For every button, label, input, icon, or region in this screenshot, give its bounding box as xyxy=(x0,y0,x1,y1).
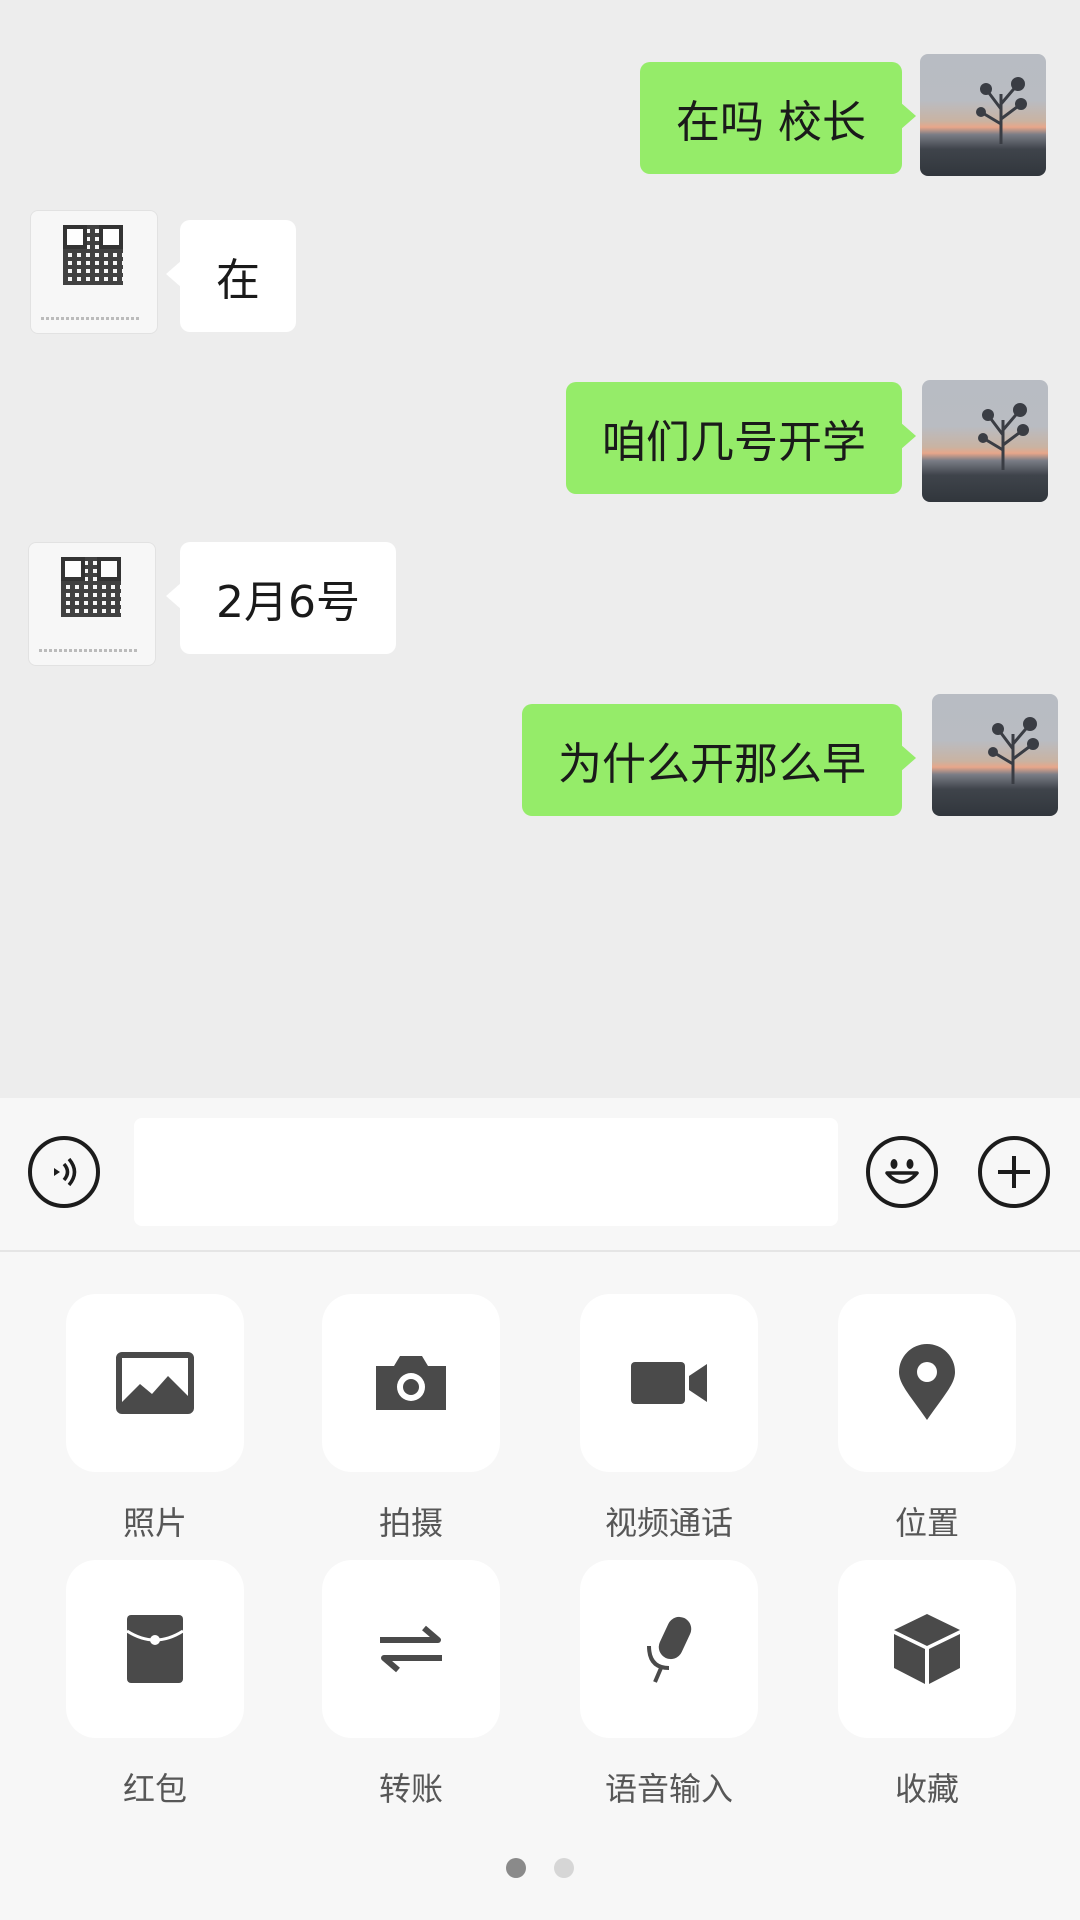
message-bubble-sent[interactable]: 为什么开那么早 xyxy=(522,704,916,816)
tool-label: 拍摄 xyxy=(378,1504,443,1542)
page-dot[interactable] xyxy=(554,1858,574,1878)
tool-tile[interactable] xyxy=(838,1560,1016,1738)
message-text: 2月6号 xyxy=(216,577,360,628)
avatar-image xyxy=(988,717,1039,784)
camera-icon xyxy=(376,1356,446,1410)
tool-tile[interactable] xyxy=(322,1294,500,1472)
qr-code-image xyxy=(63,225,123,285)
message-row: 咱们几号开学 xyxy=(0,380,1080,506)
contact-avatar[interactable] xyxy=(30,210,158,334)
avatar-caption-lines xyxy=(41,317,141,320)
message-text: 在 xyxy=(216,255,260,306)
tool-label: 语音输入 xyxy=(604,1770,733,1808)
qr-code-image xyxy=(61,557,121,617)
tool-favorites[interactable]: 收藏 xyxy=(838,1560,1016,1810)
tool-label: 照片 xyxy=(122,1504,187,1542)
tool-red-packet[interactable]: 红包 xyxy=(66,1560,244,1810)
my-avatar[interactable] xyxy=(920,54,1046,176)
avatar-image xyxy=(976,77,1027,144)
tool-label: 视频通话 xyxy=(604,1504,733,1542)
message-text: 在吗 校长 xyxy=(676,97,866,148)
message-row: 在 xyxy=(0,210,1080,336)
message-bubble-sent[interactable]: 在吗 校长 xyxy=(640,62,916,174)
page-indicator xyxy=(0,1858,1080,1878)
video-call-icon xyxy=(631,1362,707,1404)
more-functions-panel: 照片 拍摄 视频通话 位置 红包 转账 语音输入 收藏 xyxy=(0,1252,1080,1920)
tool-label: 转账 xyxy=(378,1770,443,1808)
tool-label: 位置 xyxy=(894,1504,959,1542)
message-text: 咱们几号开学 xyxy=(602,417,866,468)
photo-icon xyxy=(116,1352,194,1414)
message-row: 2月6号 xyxy=(0,542,1080,668)
tool-tile[interactable] xyxy=(322,1560,500,1738)
transfer-icon xyxy=(380,1625,442,1673)
input-bar xyxy=(0,1098,1080,1252)
my-avatar[interactable] xyxy=(932,694,1058,816)
red-packet-icon xyxy=(126,1615,184,1683)
message-bubble-sent[interactable]: 咱们几号开学 xyxy=(566,382,916,494)
favorites-icon xyxy=(894,1614,960,1684)
tool-voice-input[interactable]: 语音输入 xyxy=(580,1560,758,1810)
message-input[interactable] xyxy=(134,1118,838,1226)
tool-tile[interactable] xyxy=(580,1294,758,1472)
location-icon xyxy=(899,1344,955,1420)
tool-tile[interactable] xyxy=(580,1560,758,1738)
chat-message-area[interactable]: 在吗 校长 在 咱们几号开学 2月6号 为什么开那么早 xyxy=(0,0,1080,1098)
message-text: 为什么开那么早 xyxy=(558,739,866,790)
message-bubble-received[interactable]: 2月6号 xyxy=(166,542,396,654)
tool-video-call[interactable]: 视频通话 xyxy=(580,1294,758,1544)
tool-location[interactable]: 位置 xyxy=(838,1294,1016,1544)
contact-avatar[interactable] xyxy=(28,542,156,666)
message-row: 为什么开那么早 xyxy=(0,694,1080,820)
microphone-icon xyxy=(647,1616,692,1683)
emoji-icon[interactable] xyxy=(866,1136,938,1208)
page-dot-active[interactable] xyxy=(506,1858,526,1878)
avatar-caption-lines xyxy=(39,649,139,652)
message-row: 在吗 校长 xyxy=(0,54,1080,180)
tool-transfer[interactable]: 转账 xyxy=(322,1560,500,1810)
tool-tile[interactable] xyxy=(838,1294,1016,1472)
tool-tile[interactable] xyxy=(66,1560,244,1738)
tool-tile[interactable] xyxy=(66,1294,244,1472)
my-avatar[interactable] xyxy=(922,380,1048,502)
plus-icon[interactable] xyxy=(978,1136,1050,1208)
avatar-image xyxy=(978,403,1029,470)
message-bubble-received[interactable]: 在 xyxy=(166,220,296,332)
voice-icon[interactable] xyxy=(28,1136,100,1208)
tool-label: 红包 xyxy=(122,1770,187,1808)
tool-photo[interactable]: 照片 xyxy=(66,1294,244,1544)
tool-camera[interactable]: 拍摄 xyxy=(322,1294,500,1544)
tool-label: 收藏 xyxy=(894,1770,959,1808)
